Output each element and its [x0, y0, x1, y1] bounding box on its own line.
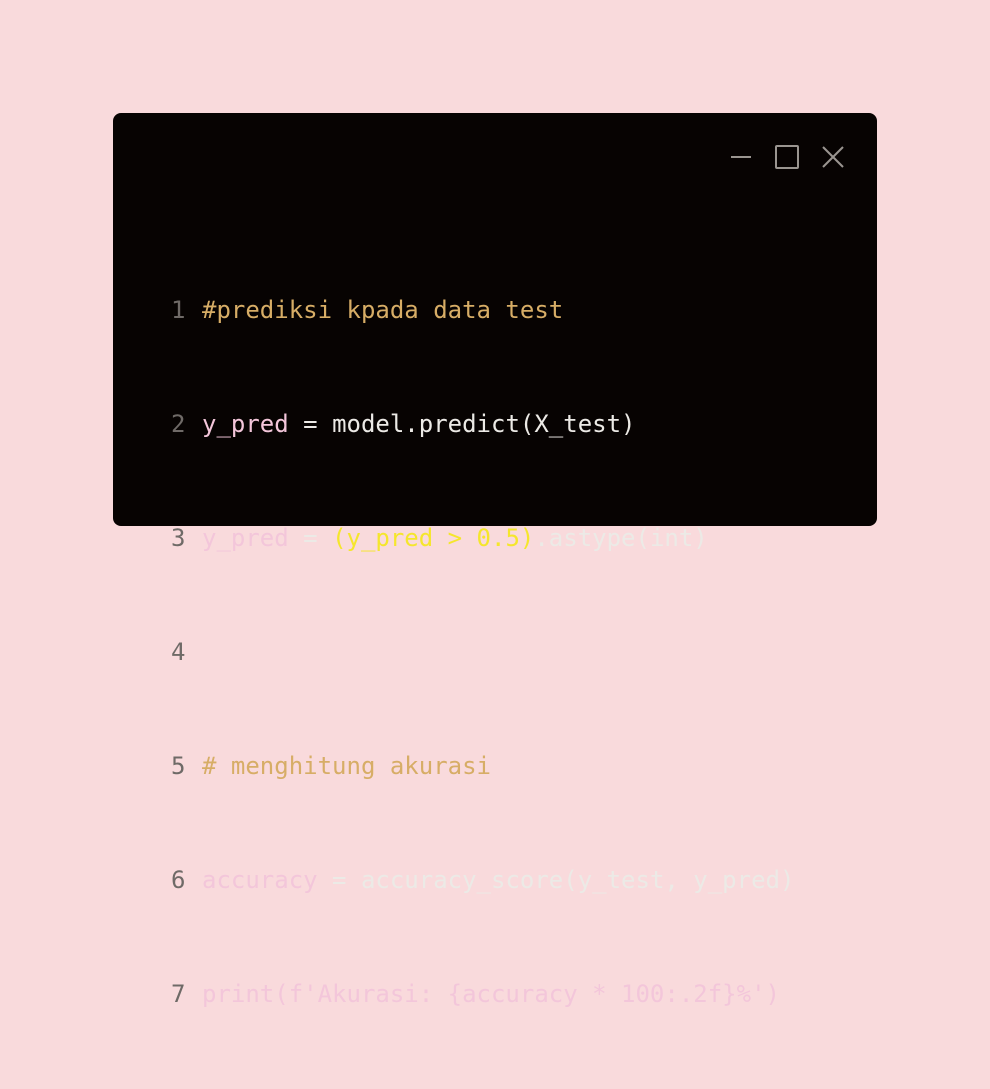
code-line: 7 print(f'Akurasi: {accuracy * 100:.2f}%…	[171, 975, 857, 1013]
code-print-statement: print(f'Akurasi: {accuracy * 100:.2f}%')	[202, 980, 780, 1008]
code-block: 1 #prediksi kpada data test 2 y_pred = m…	[171, 215, 857, 1089]
code-highlighted-expression: (y_pred > 0.5)	[332, 524, 535, 552]
code-comment: # menghitung akurasi	[202, 752, 491, 780]
line-number: 2	[171, 410, 186, 438]
code-line: 5 # menghitung akurasi	[171, 747, 857, 785]
code-expression: accuracy_score(y_test, y_pred)	[360, 866, 795, 894]
line-number: 6	[171, 866, 186, 894]
close-icon[interactable]	[821, 145, 845, 169]
code-operator: =	[288, 410, 333, 438]
line-number: 7	[171, 980, 186, 1008]
code-comment: #prediksi kpada data test	[202, 296, 564, 324]
maximize-icon[interactable]	[775, 145, 799, 169]
line-number: 5	[171, 752, 186, 780]
code-variable: y_pred	[202, 524, 289, 552]
code-operator: =	[317, 866, 361, 894]
line-number: 3	[171, 524, 186, 552]
window-controls	[729, 145, 845, 169]
code-expression: .astype(int)	[534, 524, 708, 552]
code-variable: y_pred	[202, 410, 289, 438]
code-window: 1 #prediksi kpada data test 2 y_pred = m…	[113, 113, 877, 1008]
code-line: 4	[171, 633, 857, 671]
code-variable: accuracy	[202, 866, 318, 894]
code-operator: =	[288, 524, 333, 552]
line-number: 1	[171, 296, 186, 324]
minimize-icon[interactable]	[729, 145, 753, 169]
line-number: 4	[171, 638, 186, 666]
code-line: 2 y_pred = model.predict(X_test)	[171, 405, 857, 443]
code-line: 6 accuracy = accuracy_score(y_test, y_pr…	[171, 861, 857, 899]
code-expression: model.predict(X_test)	[332, 410, 636, 438]
code-line: 1 #prediksi kpada data test	[171, 291, 857, 329]
code-line: 3 y_pred = (y_pred > 0.5) .astype(int)	[171, 519, 857, 557]
